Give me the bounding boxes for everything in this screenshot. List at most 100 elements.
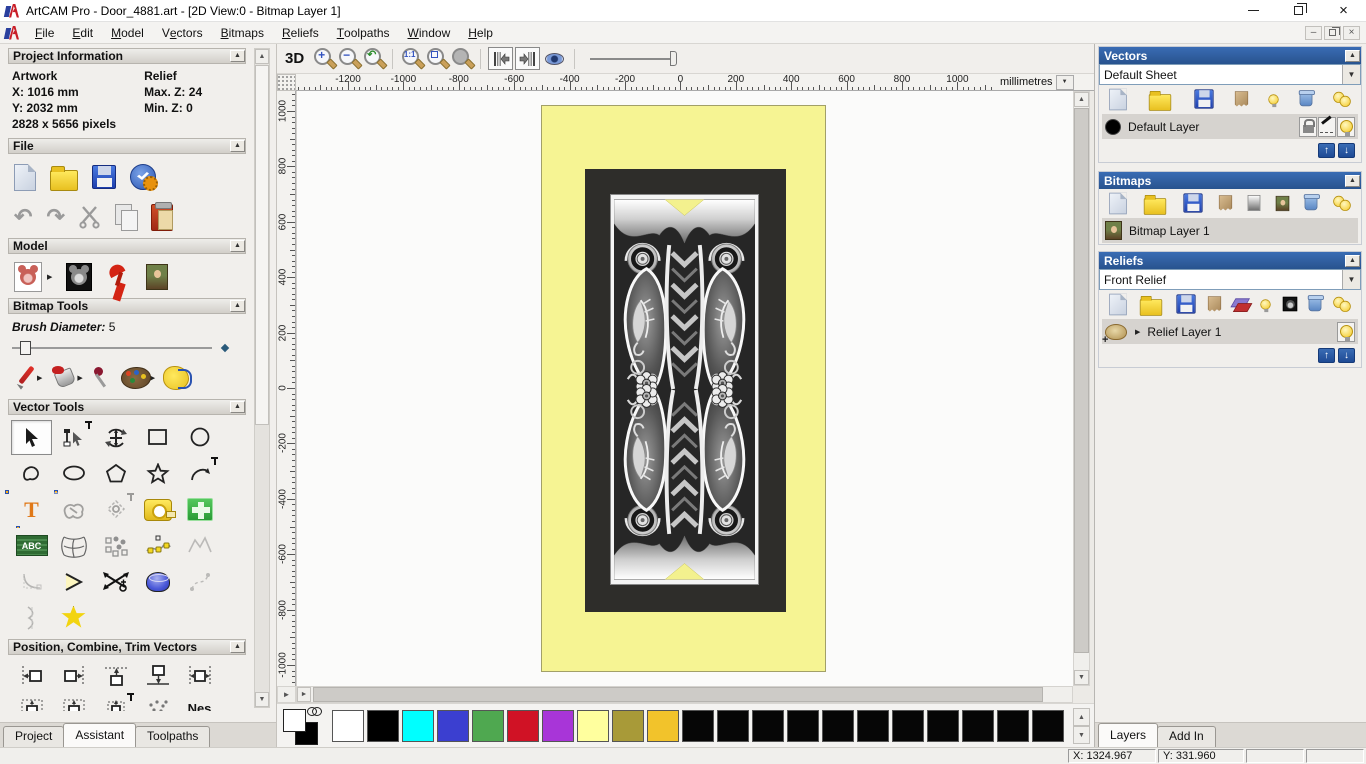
palette-swatch-14[interactable] — [822, 710, 854, 742]
create-circle-tool[interactable] — [179, 420, 220, 455]
palette-scroll-up-button[interactable]: ▲ — [1073, 708, 1090, 726]
create-star-tool[interactable] — [137, 456, 178, 491]
collapse-button[interactable]: ▲ — [230, 140, 245, 152]
dropdown-button[interactable]: ▼ — [1342, 65, 1360, 84]
align-left-tool[interactable] — [11, 659, 52, 692]
palette-swatch-16[interactable] — [892, 710, 924, 742]
menu-model[interactable]: Model — [102, 22, 153, 43]
snap-to-right-toggle[interactable] — [515, 47, 541, 70]
primary-colour-swatch[interactable] — [283, 709, 306, 732]
collapse-button[interactable]: ▲ — [1345, 254, 1360, 267]
scroll-right-button[interactable]: ► — [297, 687, 311, 702]
palette-swatch-3[interactable] — [437, 710, 469, 742]
palette-swatch-10[interactable] — [682, 710, 714, 742]
tab-toolpaths[interactable]: Toolpaths — [135, 726, 211, 747]
menu-file[interactable]: File — [26, 22, 63, 43]
collapse-button[interactable]: ▲ — [230, 300, 245, 312]
open-relief-layer-icon[interactable] — [1140, 295, 1163, 316]
flood-fill-icon[interactable] — [50, 366, 78, 390]
palette-swatch-1[interactable] — [367, 710, 399, 742]
fade-slider[interactable] — [590, 50, 682, 67]
move-layer-down-button[interactable]: ↓ — [1338, 143, 1355, 158]
save-bitmap-layer-icon[interactable] — [1183, 193, 1203, 213]
palette-swatch-11[interactable] — [717, 710, 749, 742]
align-top-tool[interactable] — [95, 659, 136, 692]
relief-preview-icon[interactable] — [1282, 296, 1297, 312]
collapse-button[interactable]: ▲ — [230, 240, 245, 252]
3d-clipart-tool[interactable] — [137, 564, 178, 599]
measure-tool[interactable] — [137, 492, 178, 527]
tab-add-in[interactable]: Add In — [1157, 726, 1216, 747]
relief-layer-row[interactable]: ▶ Relief Layer 1 — [1102, 319, 1358, 346]
expander-icon[interactable]: ▶ — [1135, 328, 1140, 336]
palette-scroll-down-button[interactable]: ▼ — [1073, 726, 1090, 744]
layer-name[interactable]: Relief Layer 1 — [1147, 325, 1221, 339]
slider-handle[interactable] — [670, 50, 678, 66]
menu-toolpaths[interactable]: Toolpaths — [328, 22, 399, 43]
merge-layer-icon[interactable] — [1234, 90, 1249, 107]
assistant-scrollbar[interactable]: ▲ ▼ — [254, 48, 270, 708]
model-wizard-icon[interactable] — [130, 164, 158, 191]
new-model-icon[interactable] — [14, 163, 36, 191]
create-arc-tool[interactable] — [179, 456, 220, 491]
scrollbar-thumb[interactable] — [1074, 108, 1089, 653]
undo-icon[interactable]: ↶ — [14, 206, 32, 228]
save-relief-layer-icon[interactable] — [1175, 294, 1196, 314]
restore-button[interactable] — [1276, 0, 1321, 22]
create-polyline-tool[interactable] — [11, 456, 52, 491]
palette-swatch-20[interactable] — [1032, 710, 1064, 742]
lock-layer-button[interactable] — [1299, 116, 1317, 137]
palette-swatch-8[interactable] — [612, 710, 644, 742]
toggle-visibility-icon[interactable] — [1268, 93, 1280, 107]
menu-edit[interactable]: Edit — [63, 22, 102, 43]
move-layer-down-button[interactable]: ↓ — [1338, 348, 1355, 363]
canvas-vertical-scrollbar[interactable]: ▲ ▼ — [1073, 91, 1090, 686]
redo-icon[interactable]: ↷ — [46, 206, 64, 228]
pick-colour-icon[interactable] — [91, 366, 113, 390]
palette-swatch-0[interactable] — [332, 710, 364, 742]
create-polygon-tool[interactable] — [95, 456, 136, 491]
menu-vectors[interactable]: Vectors — [153, 22, 212, 43]
center-in-page-tool[interactable] — [11, 692, 52, 711]
dropdown-button[interactable]: ▼ — [1342, 270, 1360, 289]
tab-assistant[interactable]: Assistant — [63, 723, 137, 747]
zoom-fit-button[interactable]: 1:1 — [400, 47, 423, 70]
vector-layer-row[interactable]: Default Layer — [1102, 114, 1358, 139]
mdi-restore-button[interactable] — [1324, 25, 1341, 40]
scrollbar-thumb[interactable] — [255, 65, 269, 425]
slider-handle[interactable] — [20, 341, 31, 355]
offset-vectors-tool[interactable] — [95, 492, 136, 527]
align-bottom-tool[interactable] — [137, 659, 178, 692]
delete-layer-icon[interactable] — [1298, 90, 1315, 107]
select-vectors-tool[interactable] — [11, 420, 52, 455]
doctor-vectors-tool[interactable] — [179, 492, 220, 527]
zoom-box-button[interactable] — [425, 47, 448, 70]
fillet-tool[interactable] — [11, 564, 52, 599]
ruler-corner-grid-icon[interactable] — [277, 74, 296, 91]
palette-swatch-12[interactable] — [752, 710, 784, 742]
menu-reliefs[interactable]: Reliefs — [273, 22, 328, 43]
open-model-icon[interactable] — [50, 165, 78, 191]
palette-swatch-17[interactable] — [927, 710, 959, 742]
toggle-all-visibility-icon[interactable] — [1333, 195, 1351, 211]
paint-icon[interactable] — [14, 366, 38, 390]
node-editing-tool[interactable] — [53, 420, 94, 455]
close-button[interactable]: × — [1321, 0, 1366, 22]
sculpt-sponge-icon[interactable] — [163, 366, 193, 390]
scroll-up-button[interactable]: ▲ — [255, 49, 269, 64]
sheet-selector[interactable]: Default Sheet ▼ — [1099, 64, 1361, 85]
toggle-all-visibility-icon[interactable] — [1333, 296, 1351, 313]
stack-reliefs-icon[interactable] — [1233, 298, 1249, 311]
scroll-up-button[interactable]: ▲ — [1074, 92, 1089, 107]
preview-eye-icon[interactable] — [545, 52, 565, 65]
create-text-tool[interactable]: T — [5, 490, 58, 530]
new-vector-layer-icon[interactable] — [1109, 88, 1127, 110]
snap-layer-button[interactable] — [1318, 116, 1336, 137]
transform-vectors-tool[interactable] — [95, 420, 136, 455]
toggle-all-visibility-icon[interactable] — [1333, 91, 1351, 107]
merge-relief-icon[interactable] — [1207, 295, 1222, 312]
load-bitmap-icon[interactable] — [146, 264, 169, 290]
flyout-arrow-icon[interactable]: ▶ — [47, 273, 52, 281]
layer-colour-swatch[interactable] — [1105, 118, 1121, 135]
palette-swatch-13[interactable] — [787, 710, 819, 742]
